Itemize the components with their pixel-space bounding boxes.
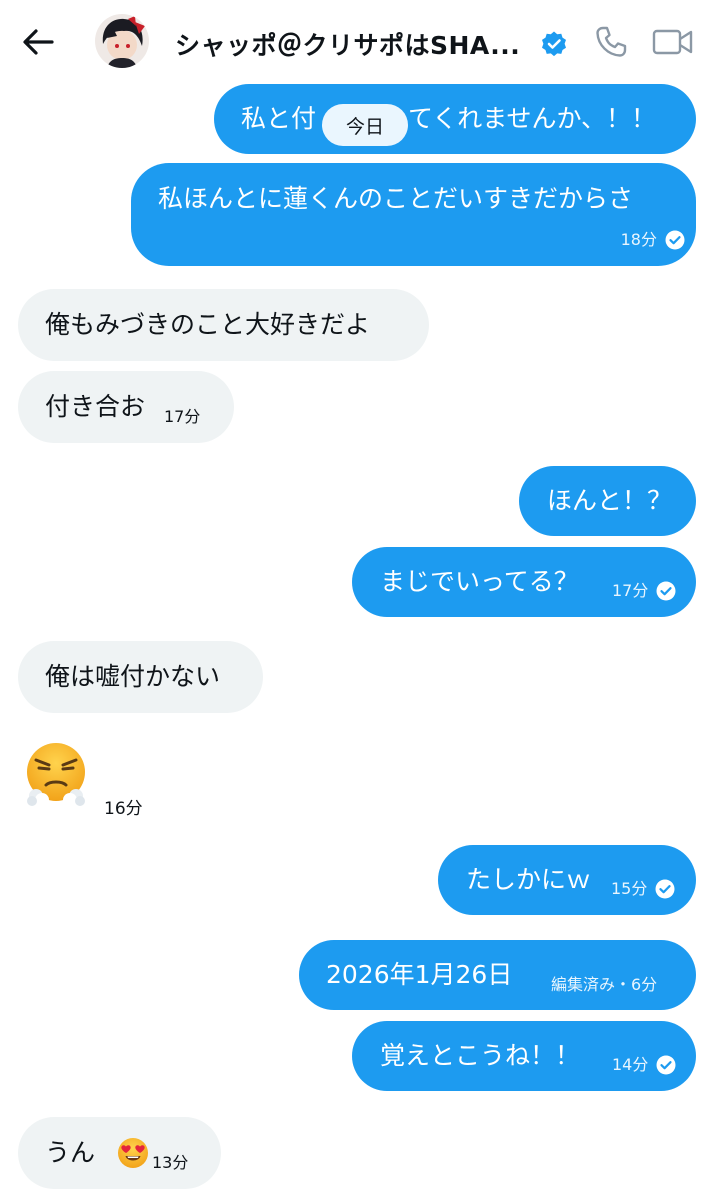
message-text: 付き合お [45,392,146,421]
message-text: 覚えとこうね！！ [380,1041,581,1070]
outgoing-message[interactable]: たしかにｗ 15分 [438,845,696,915]
face-with-steam-from-nose-emoji [27,743,85,807]
incoming-message[interactable]: 俺は嘘付かない [18,641,263,713]
message-text: 俺もみづきのこと大好きだよ [45,310,371,339]
message-time: 17分 [164,407,201,426]
message-text: うん [45,1138,96,1167]
message-time: 13分 [152,1153,189,1172]
outgoing-message[interactable]: 私と付 てくれませんか、！！ [214,84,696,154]
conversation-header: シャッポ＠クリサポはSHA... [0,0,726,82]
call-button[interactable] [594,25,628,59]
back-button[interactable] [18,24,58,60]
message-text-start: 私と付 [241,104,317,133]
message-text: まじでいってる？ [380,567,579,596]
message-text: たしかにｗ [466,865,592,894]
message-meta: 18分 [621,230,685,250]
message-text: ほんと！？ [547,486,673,515]
outgoing-message[interactable]: 2026年1月26日 編集済み・6分 [299,940,696,1010]
message-meta: 15分 [611,879,675,899]
message-text: 2026年1月26日 [326,960,513,989]
read-check-icon [656,581,676,601]
message-text-end: てくれませんか、！！ [408,104,657,133]
video-call-button[interactable] [652,25,694,59]
arrow-left-icon [23,29,54,55]
message-meta: 13分 [152,1153,188,1173]
message-time: 18分 [620,230,657,249]
contact-name[interactable]: シャッポ＠クリサポはSHA... [175,26,520,62]
video-camera-icon [652,29,693,55]
read-check-icon [655,879,675,899]
outgoing-message[interactable]: まじでいってる？ 17分 [352,547,696,617]
edited-label: 編集済み・6分 [551,975,658,994]
avatar[interactable] [95,14,149,68]
outgoing-message[interactable]: 私ほんとに蓮くんのことだいすきだからさ 18分 [131,163,696,266]
date-separator: 今日 [322,104,408,146]
incoming-message[interactable]: 付き合お 17分 [18,371,234,443]
message-time: 17分 [612,581,649,600]
message-text: 俺は嘘付かない [45,662,221,691]
message-meta: 17分 [164,407,200,427]
incoming-emoji-message[interactable]: 16分 [20,738,160,819]
message-time: 16分 [104,799,143,819]
outgoing-message[interactable]: 覚えとこうね！！ 14分 [352,1021,696,1091]
message-time: 14分 [612,1055,649,1074]
message-text: 私ほんとに蓮くんのことだいすきだからさ [158,184,634,213]
message-meta: 17分 [612,581,676,601]
phone-icon [596,26,627,57]
verified-badge-icon [542,31,566,57]
outgoing-message[interactable]: ほんと！？ [519,466,696,536]
avatar-image [95,14,149,68]
read-check-icon [656,1055,676,1075]
smiling-face-with-heart-eyes-emoji [118,1138,148,1168]
message-meta: 14分 [612,1055,676,1075]
read-check-icon [665,230,685,250]
message-time: 15分 [611,879,648,898]
incoming-message[interactable]: 俺もみづきのこと大好きだよ [18,289,429,361]
incoming-message[interactable]: うん 13分 [18,1117,221,1189]
